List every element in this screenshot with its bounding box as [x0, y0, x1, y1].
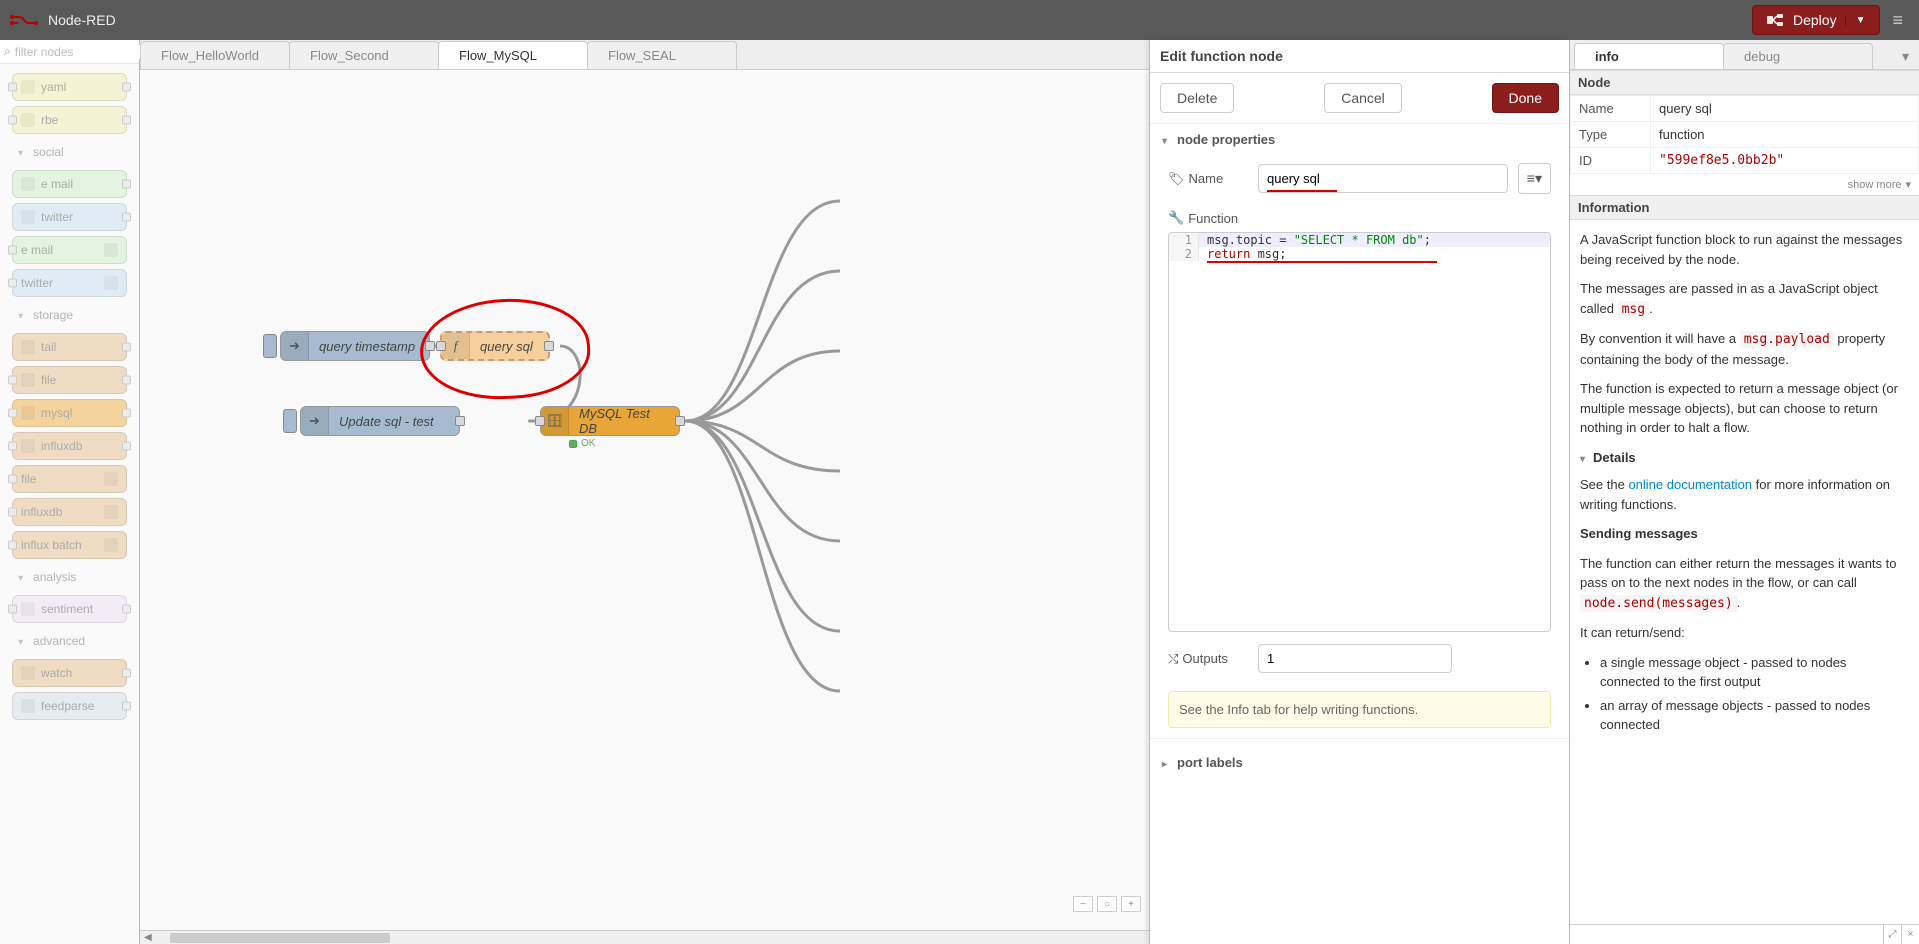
done-button[interactable]: Done [1492, 83, 1559, 113]
deploy-button[interactable]: Deploy ▼ [1752, 5, 1881, 35]
sidebar-dropdown-button[interactable]: ▾ [1896, 44, 1915, 69]
edit-tray-title: Edit function node [1160, 48, 1559, 64]
zoom-reset-button[interactable]: ○ [1097, 896, 1117, 912]
outputs-input[interactable] [1258, 644, 1452, 673]
outputs-label: ⤭Outputs [1168, 651, 1248, 667]
sidebar-footer: ⤢ × [1570, 924, 1919, 944]
inject-button[interactable] [263, 334, 277, 358]
sidebar: info debug ▾ Node Namequery sql Typefunc… [1569, 40, 1919, 944]
edit-tray: Edit function node Delete Cancel Done no… [1149, 40, 1569, 944]
main-menu-button[interactable]: ≡ [1886, 4, 1909, 37]
deploy-label: Deploy [1793, 12, 1837, 28]
zoom-in-button[interactable]: + [1121, 896, 1141, 912]
deploy-icon [1767, 14, 1785, 26]
app-logo: Node-RED [10, 12, 116, 28]
flow-node-mysql-db[interactable]: 🗄 MySQL Test DB OK [540, 406, 680, 436]
horizontal-scrollbar[interactable]: ◀ [140, 930, 1149, 944]
nodered-logo-icon [10, 13, 40, 27]
info-information-header: Information [1570, 195, 1919, 220]
tab-flow-second[interactable]: Flow_Second [289, 41, 439, 69]
tab-flow-seal[interactable]: Flow_SEAL [587, 41, 737, 69]
flow-node-inject-update-sql[interactable]: ➜ Update sql - test [300, 406, 460, 436]
flow-node-inject-query-timestamp[interactable]: ➜ query timestamp [280, 331, 430, 361]
details-heading[interactable]: Details [1580, 448, 1909, 468]
info-node-header: Node [1570, 70, 1919, 95]
name-label: 🏷Name [1168, 171, 1248, 187]
app-title: Node-RED [48, 12, 116, 28]
function-label: 🔧Function [1168, 210, 1248, 226]
hint-box: See the Info tab for help writing functi… [1168, 691, 1551, 728]
sending-messages-heading: Sending messages [1580, 526, 1698, 541]
delete-button[interactable]: Delete [1160, 83, 1234, 113]
info-content: A JavaScript function block to run again… [1570, 220, 1919, 749]
tab-flow-helloworld[interactable]: Flow_HelloWorld [140, 41, 290, 69]
name-input[interactable] [1258, 164, 1508, 193]
inject-button[interactable] [283, 409, 297, 433]
deploy-dropdown-arrow[interactable]: ▼ [1845, 15, 1866, 26]
node-status: OK [569, 438, 595, 449]
app-header: Node-RED Deploy ▼ ≡ [0, 0, 1919, 40]
palette: ⌕ yaml rbe social e mail twitter e mail … [0, 40, 140, 944]
zoom-out-button[interactable]: − [1073, 896, 1093, 912]
cancel-button[interactable]: Cancel [1324, 83, 1402, 113]
wrench-icon: 🔧 [1168, 210, 1184, 226]
tag-icon: 🏷 [1168, 171, 1185, 187]
shuffle-icon: ⤭ [1168, 651, 1178, 667]
flow-tabs: Flow_HelloWorld Flow_Second Flow_MySQL F… [140, 40, 1149, 70]
sidebar-footer-close[interactable]: × [1901, 925, 1919, 944]
sidebar-tab-info[interactable]: info [1574, 43, 1724, 69]
sidebar-footer-expand[interactable]: ⤢ [1883, 925, 1901, 944]
section-node-properties[interactable]: node properties [1150, 124, 1569, 155]
function-code-editor[interactable]: 1msg.topic = "SELECT * FROM db"; 2return… [1168, 232, 1551, 632]
section-port-labels[interactable]: port labels [1150, 747, 1569, 778]
inject-icon: ➜ [301, 407, 329, 435]
sidebar-tab-debug[interactable]: debug [1723, 43, 1873, 69]
info-table: Namequery sql Typefunction ID"599ef8e5.0… [1570, 95, 1919, 174]
name-extra-button[interactable]: ≡▾ [1518, 163, 1551, 194]
function-icon: f [442, 333, 470, 359]
online-docs-link[interactable]: online documentation [1628, 477, 1752, 492]
show-more-toggle[interactable]: show more ▾ [1570, 174, 1919, 195]
workspace: Flow_HelloWorld Flow_Second Flow_MySQL F… [140, 40, 1149, 944]
flow-canvas[interactable]: ➜ query timestamp f query sql ➜ Update s… [140, 70, 1149, 930]
flow-node-function-query-sql[interactable]: f query sql [440, 331, 550, 361]
tab-flow-mysql[interactable]: Flow_MySQL [438, 41, 588, 69]
inject-icon: ➜ [281, 332, 309, 360]
database-icon: 🗄 [541, 407, 569, 435]
